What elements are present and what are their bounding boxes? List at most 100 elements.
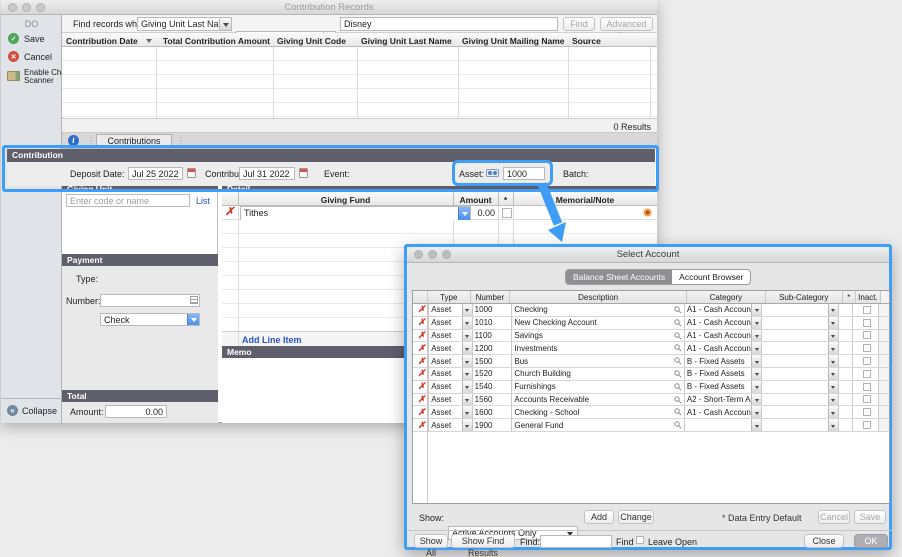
- delete-row-icon[interactable]: ✗: [418, 357, 426, 366]
- lookup-icon[interactable]: [674, 421, 682, 429]
- default-star-cell[interactable]: [839, 394, 853, 406]
- find-value-input[interactable]: Disney: [340, 17, 558, 31]
- info-icon[interactable]: i: [68, 135, 79, 146]
- find-field-dropdown[interactable]: Giving Unit Last Name: [137, 17, 232, 31]
- fund-amount[interactable]: 0.00: [455, 208, 495, 218]
- chevron-down-icon[interactable]: [462, 406, 472, 418]
- delete-row-icon[interactable]: ✗: [418, 421, 426, 430]
- show-all-button[interactable]: Show All: [414, 534, 448, 548]
- account-row[interactable]: ✗ Asset 1200 Investments A1 - Cash Accou…: [413, 342, 889, 355]
- chevron-down-icon[interactable]: [828, 381, 838, 393]
- cancel-button[interactable]: Cancel: [818, 510, 850, 524]
- chevron-down-icon[interactable]: [828, 419, 838, 431]
- default-star-cell[interactable]: [839, 419, 853, 431]
- chevron-down-icon[interactable]: [462, 419, 472, 431]
- chevron-down-icon[interactable]: [751, 330, 761, 342]
- asset-lookup-icon[interactable]: [486, 168, 499, 180]
- account-row[interactable]: ✗ Asset 1560 Accounts Receivable A2 - Sh…: [413, 394, 889, 407]
- chevron-down-icon[interactable]: [751, 419, 761, 431]
- fund-dropdown[interactable]: Tithes: [240, 206, 471, 221]
- lookup-icon[interactable]: [674, 396, 682, 404]
- dialog-find-button[interactable]: Find: [616, 537, 634, 547]
- chevron-down-icon[interactable]: [751, 394, 761, 406]
- delete-row-icon[interactable]: ✗: [418, 382, 426, 391]
- chevron-down-icon[interactable]: [462, 368, 472, 380]
- col-source[interactable]: Source: [572, 36, 601, 46]
- col-category[interactable]: Category: [687, 291, 765, 303]
- advanced-find-button[interactable]: Advanced Find: [600, 17, 653, 31]
- chevron-down-icon[interactable]: [462, 342, 472, 354]
- col-number[interactable]: Number: [471, 291, 510, 303]
- chevron-down-icon[interactable]: [751, 381, 761, 393]
- chevron-down-icon[interactable]: [828, 317, 838, 329]
- delete-row-icon[interactable]: ✗: [418, 395, 426, 404]
- default-star-cell[interactable]: [839, 406, 853, 418]
- delete-row-icon[interactable]: ✗: [418, 305, 426, 314]
- col-sub-category[interactable]: Sub-Category: [766, 291, 843, 303]
- sidebar-item-save[interactable]: ✓ Save: [8, 33, 45, 44]
- results-table-body[interactable]: [62, 47, 657, 119]
- account-row[interactable]: ✗ Asset 1500 Bus B - Fixed Assets: [413, 355, 889, 368]
- default-star-cell[interactable]: [839, 368, 853, 380]
- payment-type-dropdown[interactable]: Check: [100, 313, 200, 326]
- col-giving-unit-mailing-name[interactable]: Giving Unit Mailing Name: [462, 36, 564, 46]
- chevron-down-icon[interactable]: [751, 304, 761, 316]
- giving-unit-code-input[interactable]: Enter code or name: [66, 194, 190, 207]
- col-giving-unit-last-name[interactable]: Giving Unit Last Name: [361, 36, 452, 46]
- chevron-down-icon[interactable]: [462, 330, 472, 342]
- number-lookup-icon[interactable]: [190, 296, 198, 304]
- default-star-cell[interactable]: [839, 381, 853, 393]
- contribution-date-input[interactable]: Jul 31 2022: [239, 167, 295, 180]
- collapse-button[interactable]: « Collapse: [7, 405, 57, 416]
- change-button[interactable]: Change: [618, 510, 654, 524]
- chevron-down-icon[interactable]: [462, 355, 472, 367]
- chevron-down-icon[interactable]: [751, 342, 761, 354]
- account-row[interactable]: ✗ Asset 1900 General Fund: [413, 419, 889, 432]
- add-button[interactable]: Add: [584, 510, 614, 524]
- chevron-down-icon[interactable]: [751, 406, 761, 418]
- chevron-down-icon[interactable]: [828, 368, 838, 380]
- inactive-checkbox[interactable]: [863, 344, 871, 352]
- star-checkbox[interactable]: [502, 208, 512, 218]
- inactive-checkbox[interactable]: [863, 408, 871, 416]
- delete-row-icon[interactable]: ✗: [418, 331, 426, 340]
- lookup-icon[interactable]: [674, 370, 682, 378]
- delete-row-icon[interactable]: ✗: [418, 344, 426, 353]
- tab-account-browser[interactable]: Account Browser: [672, 270, 750, 284]
- lookup-icon[interactable]: [674, 344, 682, 352]
- col-amount[interactable]: Amount: [453, 195, 498, 205]
- delete-row-icon[interactable]: ✗: [225, 208, 234, 217]
- payment-number-input[interactable]: [100, 294, 200, 307]
- tab-contributions[interactable]: Contributions: [96, 134, 172, 147]
- sort-chevron-icon[interactable]: [146, 39, 152, 46]
- chevron-down-icon[interactable]: [828, 355, 838, 367]
- lookup-icon[interactable]: [674, 408, 682, 416]
- ok-button[interactable]: OK: [854, 534, 888, 548]
- chevron-down-icon[interactable]: [828, 330, 838, 342]
- inactive-checkbox[interactable]: [863, 370, 871, 378]
- save-button[interactable]: Save: [854, 510, 886, 524]
- col-contribution-date[interactable]: Contribution Date: [66, 36, 138, 46]
- chevron-down-icon[interactable]: [751, 355, 761, 367]
- inactive-checkbox[interactable]: [863, 306, 871, 314]
- default-star-cell[interactable]: [839, 330, 853, 342]
- inactive-checkbox[interactable]: [863, 383, 871, 391]
- chevron-down-icon[interactable]: [828, 406, 838, 418]
- find-button[interactable]: Find: [563, 17, 595, 31]
- chevron-down-icon[interactable]: [462, 317, 472, 329]
- inactive-checkbox[interactable]: [863, 357, 871, 365]
- sidebar-item-cancel[interactable]: ✕ Cancel: [8, 51, 52, 62]
- deposit-date-input[interactable]: Jul 25 2022: [128, 167, 183, 180]
- inactive-checkbox[interactable]: [863, 331, 871, 339]
- col-description[interactable]: Description: [510, 291, 687, 303]
- calendar-icon[interactable]: [299, 168, 308, 178]
- col-inact[interactable]: Inact.: [856, 291, 881, 303]
- account-row[interactable]: ✗ Asset 1100 Savings A1 - Cash Accounts: [413, 330, 889, 343]
- delete-row-icon[interactable]: ✗: [418, 318, 426, 327]
- lookup-icon[interactable]: [674, 306, 682, 314]
- inactive-checkbox[interactable]: [863, 319, 871, 327]
- lookup-icon[interactable]: [674, 332, 682, 340]
- col-star[interactable]: *: [843, 291, 856, 303]
- default-star-cell[interactable]: [839, 317, 853, 329]
- show-find-results-button[interactable]: Show Find Results: [451, 534, 515, 548]
